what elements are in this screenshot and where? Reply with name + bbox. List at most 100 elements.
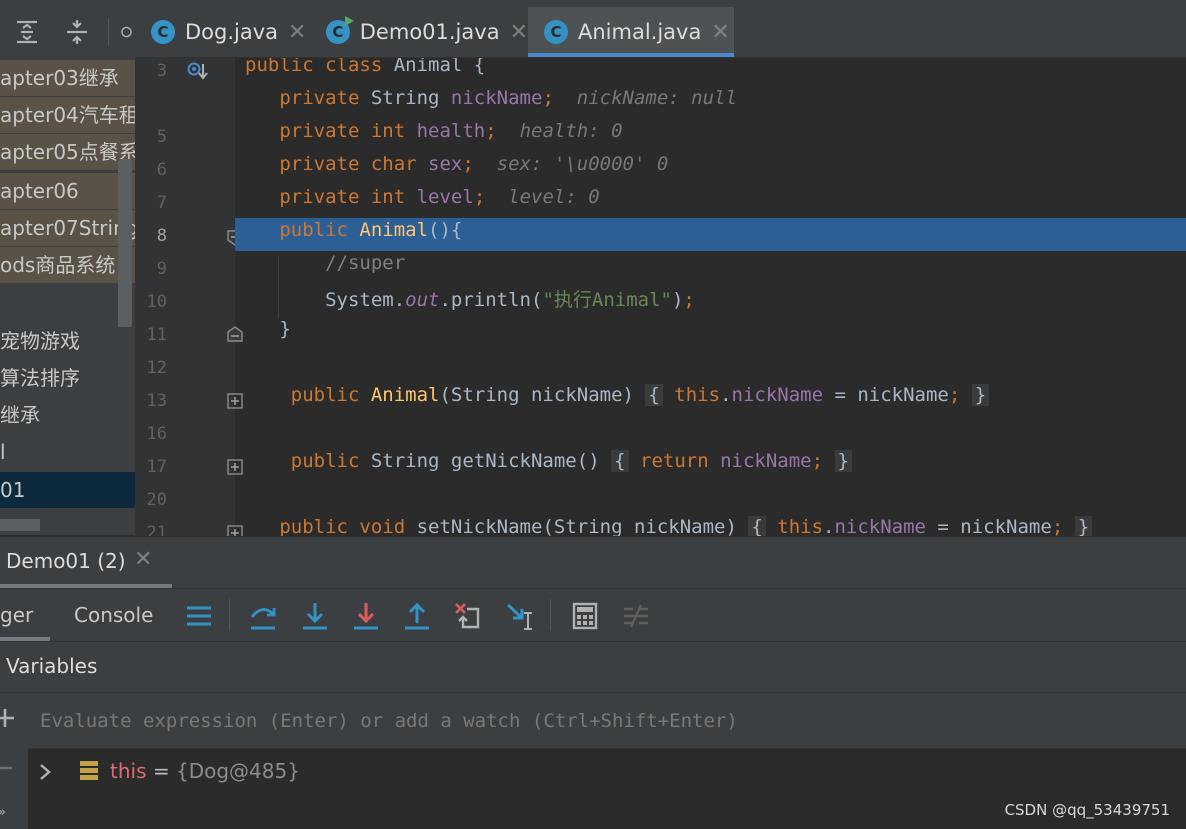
- object-field-icon: [80, 761, 98, 780]
- watermark: CSDN @qq_53439751: [1004, 801, 1170, 819]
- more-actions-icon[interactable]: »: [0, 805, 6, 820]
- code-line: public Animal(String nickName) { this.ni…: [245, 384, 990, 417]
- close-icon[interactable]: ✕: [510, 20, 528, 45]
- active-tab-indicator: [0, 584, 172, 588]
- step-out-icon[interactable]: [402, 601, 432, 631]
- line-number: 11: [146, 325, 167, 345]
- line-number: 17: [146, 457, 167, 477]
- project-toolbar: [0, 7, 135, 59]
- tab-label: Demo01.java: [359, 20, 500, 44]
- tree-item[interactable]: ods商品系统: [0, 247, 135, 283]
- implementation-marker-icon[interactable]: [185, 60, 211, 84]
- tab-dog-java[interactable]: C Dog.java ✕: [135, 7, 310, 57]
- variable-row[interactable]: this = {Dog@485}: [28, 751, 1186, 791]
- line-number: 5: [156, 127, 167, 147]
- close-icon[interactable]: ✕: [288, 20, 306, 45]
- code-line: public String getNickName() { return nic…: [245, 450, 852, 483]
- variables-side-toolbar: »: [0, 693, 28, 829]
- layout-menu-icon[interactable]: [184, 601, 214, 631]
- run-to-cursor-icon[interactable]: [505, 601, 535, 631]
- tab-label: Dog.java: [185, 20, 279, 44]
- variables-panel-header: Variables: [0, 642, 1186, 693]
- tree-item-label: apter03继承: [0, 66, 119, 90]
- tree-item[interactable]: apter04汽车租聘系统: [0, 97, 135, 133]
- runnable-class-icon: C: [326, 16, 354, 44]
- chevron-right-icon[interactable]: [38, 763, 52, 781]
- toolbar-separator: [550, 599, 551, 631]
- trace-stream-icon[interactable]: [621, 601, 651, 631]
- evaluate-expression-icon[interactable]: [570, 601, 600, 631]
- code-line: public class Animal {: [245, 58, 486, 76]
- line-number: 10: [146, 292, 167, 312]
- tree-item-label: ods商品系统: [0, 253, 116, 277]
- inline-debug-value: sex: '\u0000' 0: [496, 153, 669, 175]
- collapse-all-button[interactable]: [60, 15, 94, 49]
- tab-label: Console: [74, 603, 154, 627]
- line-number: 6: [156, 160, 167, 180]
- active-tab-indicator: [528, 53, 734, 57]
- code-editor[interactable]: 3 5 6 7 8 9 10 11 12 13 16 17 20 21 publ…: [135, 58, 1186, 536]
- inline-debug-value: nickName: null: [576, 87, 737, 109]
- tree-item[interactable]: 算法排序: [0, 360, 80, 396]
- tree-horizontal-scrollbar[interactable]: [0, 519, 40, 531]
- class-icon: C: [544, 20, 568, 44]
- expand-fold-icon[interactable]: [227, 525, 243, 536]
- line-number: 3: [156, 61, 167, 81]
- options-button[interactable]: [118, 15, 135, 49]
- remove-watch-icon[interactable]: [0, 763, 14, 773]
- code-comment: //super: [325, 252, 406, 274]
- tree-item-label: apter04汽车租聘系统: [0, 103, 135, 127]
- tree-item-label: apter06: [0, 179, 79, 203]
- tab-debugger[interactable]: ger: [0, 589, 50, 641]
- tree-item-label: 继承: [0, 403, 40, 427]
- tree-item-label: 宠物游戏: [0, 329, 80, 353]
- step-into-icon[interactable]: [300, 601, 330, 631]
- inline-debug-value: level: 0: [508, 186, 600, 208]
- tab-animal-java[interactable]: C Animal.java ✕: [528, 7, 734, 57]
- add-watch-icon[interactable]: [0, 707, 16, 729]
- tab-console[interactable]: Console: [74, 589, 153, 641]
- code-line-current: public Animal(){: [279, 219, 463, 241]
- tab-label: ger: [0, 603, 34, 627]
- toolbar-separator: [108, 19, 109, 45]
- session-tab-label: Demo01 (2): [6, 549, 126, 573]
- tree-item[interactable]: apter06: [0, 173, 135, 209]
- close-icon[interactable]: ✕: [711, 20, 729, 45]
- inline-debug-value: health: 0: [519, 120, 623, 142]
- force-step-into-icon[interactable]: [351, 601, 381, 631]
- debug-toolbar: ger Console: [0, 589, 1186, 642]
- tree-item[interactable]: 继承: [0, 397, 40, 433]
- variable-equals: =: [153, 759, 170, 783]
- debug-session-tabbar: Demo01 (2) ✕: [0, 537, 1186, 589]
- project-panel: apter03继承 apter04汽车租聘系统 apter05点餐系统 apte…: [0, 7, 135, 535]
- step-over-icon[interactable]: [248, 601, 278, 631]
- gear-icon: [121, 26, 132, 38]
- fold-end-icon[interactable]: [227, 326, 243, 342]
- code-line: private String nickName; nickName: null: [279, 87, 737, 109]
- watch-expression-input[interactable]: [28, 693, 1186, 749]
- tree-item[interactable]: apter07String的: [0, 210, 135, 246]
- line-number: 7: [156, 193, 167, 213]
- class-icon: C: [151, 20, 175, 44]
- code-line: public void setNickName(String nickName)…: [245, 516, 1093, 536]
- tree-item[interactable]: l: [0, 434, 6, 470]
- string-literal: "执行Animal": [542, 289, 672, 311]
- code-line: private char sex; sex: '\u0000' 0: [279, 153, 669, 175]
- tree-scrollbar[interactable]: [118, 159, 132, 327]
- debug-session-tab[interactable]: Demo01 (2) ✕: [0, 537, 172, 588]
- top-strip: [0, 0, 1186, 7]
- expand-all-button[interactable]: [10, 15, 44, 49]
- expand-fold-icon[interactable]: [227, 459, 243, 475]
- tree-item-selected[interactable]: 01: [0, 472, 135, 508]
- expand-fold-icon[interactable]: [227, 393, 243, 409]
- tab-demo01-java[interactable]: C Demo01.java ✕: [310, 7, 528, 57]
- tree-item[interactable]: 宠物游戏: [0, 323, 80, 359]
- tab-label: Animal.java: [578, 20, 702, 44]
- drop-frame-icon[interactable]: [453, 601, 483, 631]
- close-icon[interactable]: ✕: [134, 547, 152, 572]
- tree-item[interactable]: apter03继承: [0, 60, 135, 96]
- debug-tool-window: Demo01 (2) ✕ ger Console Variables Evalu…: [0, 536, 1186, 829]
- editor-gutter: 3 5 6 7 8 9 10 11 12 13 16 17 20 21: [135, 58, 243, 536]
- tree-item[interactable]: apter05点餐系统: [0, 134, 135, 170]
- code-line: private int level; level: 0: [279, 186, 600, 208]
